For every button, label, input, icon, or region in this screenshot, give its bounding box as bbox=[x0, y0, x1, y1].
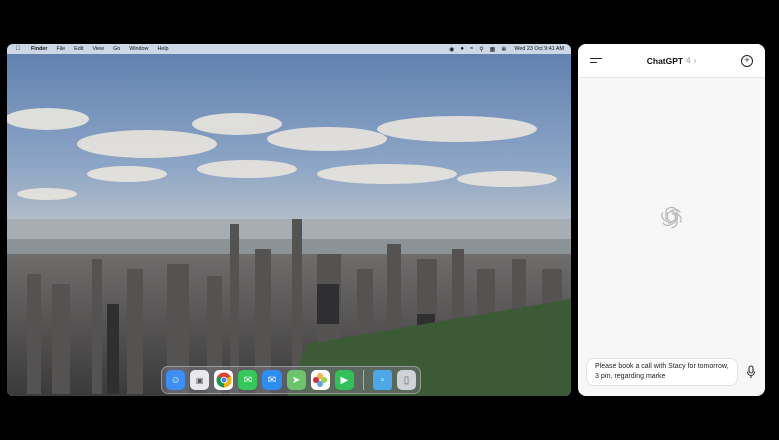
maps-icon[interactable]: ➤ bbox=[286, 370, 306, 390]
messages-icon[interactable]: ✉ bbox=[238, 370, 258, 390]
finder-icon[interactable]: ☺ bbox=[166, 370, 186, 390]
photos-icon[interactable] bbox=[310, 370, 330, 390]
menu-bar:  Finder File Edit View Go Window Help ◉… bbox=[7, 44, 571, 54]
chrome-icon[interactable] bbox=[214, 370, 234, 390]
apple-icon[interactable]:  bbox=[15, 46, 21, 52]
menu-clock[interactable]: Wed 23 Oct 9:41 AM bbox=[514, 46, 564, 52]
chat-header: ChatGPT 4 › + bbox=[578, 44, 765, 78]
chat-title: ChatGPT bbox=[646, 55, 684, 66]
mail-icon[interactable]: ✉ bbox=[262, 370, 282, 390]
facetime-icon[interactable]: ▶ bbox=[334, 370, 354, 390]
wifi-icon[interactable]: ≈ bbox=[470, 46, 473, 52]
desktop-window:  Finder File Edit View Go Window Help ◉… bbox=[7, 44, 571, 396]
new-chat-icon[interactable]: + bbox=[741, 54, 753, 67]
trash-icon[interactable]: ▯ bbox=[396, 370, 417, 390]
chatgpt-panel: ChatGPT 4 › + Please book a call with St… bbox=[578, 44, 765, 396]
dock: ☺ ▣ ✉ ✉ ➤ ▶ ▫ ▯ bbox=[161, 366, 421, 394]
menu-view[interactable]: View bbox=[92, 46, 104, 52]
siri-icon[interactable]: ● bbox=[460, 46, 464, 52]
menu-app-name[interactable]: Finder bbox=[31, 46, 47, 52]
folder-icon[interactable]: ▫ bbox=[372, 370, 392, 390]
message-input[interactable]: Please book a call with Stacy for tomorr… bbox=[586, 358, 738, 386]
menu-icon[interactable] bbox=[590, 57, 602, 64]
openai-logo-icon bbox=[661, 206, 682, 229]
model-version: 4 bbox=[686, 56, 691, 65]
microphone-icon[interactable] bbox=[746, 365, 756, 379]
menu-help[interactable]: Help bbox=[157, 46, 168, 52]
menu-window[interactable]: Window bbox=[129, 46, 148, 52]
chat-input-row: Please book a call with Stacy for tomorr… bbox=[586, 357, 761, 387]
dock-separator bbox=[362, 370, 364, 390]
menu-go[interactable]: Go bbox=[113, 46, 120, 52]
settings-icon[interactable]: ✻ bbox=[501, 46, 506, 53]
launchpad-icon[interactable]: ▣ bbox=[190, 370, 210, 390]
menu-file[interactable]: File bbox=[56, 46, 65, 52]
chevron-right-icon: › bbox=[693, 56, 697, 65]
search-icon[interactable]: ⚲ bbox=[479, 46, 483, 53]
control-center-icon[interactable]: ▦ bbox=[490, 46, 496, 53]
city-wallpaper bbox=[7, 44, 571, 396]
model-selector[interactable]: ChatGPT 4 › bbox=[647, 56, 697, 66]
menu-edit[interactable]: Edit bbox=[74, 46, 83, 52]
screen-mirror-icon[interactable]: ◉ bbox=[449, 46, 454, 53]
